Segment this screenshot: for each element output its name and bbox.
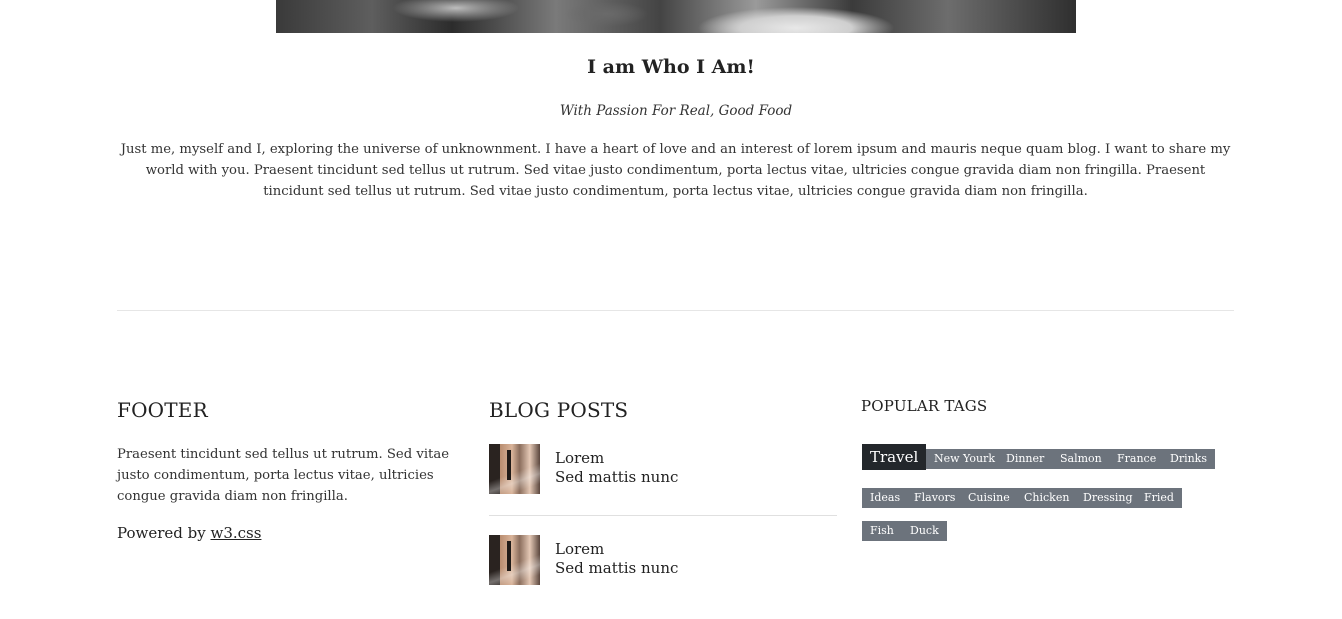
tag-travel[interactable]: Travel xyxy=(862,444,927,470)
blog-post-item[interactable]: Lorem Sed mattis nunc xyxy=(489,535,837,587)
tag-dressing[interactable]: Dressing xyxy=(1075,488,1141,508)
hero-image xyxy=(276,0,1076,33)
tag-drinks[interactable]: Drinks xyxy=(1162,449,1215,469)
section-divider xyxy=(117,310,1234,311)
tag-fried[interactable]: Fried xyxy=(1136,488,1182,508)
powered-by: Powered by w3.css xyxy=(117,524,261,542)
tag-salmon[interactable]: Salmon xyxy=(1052,449,1110,469)
about-title: I am Who I Am! xyxy=(587,56,755,78)
post-thumbnail xyxy=(489,444,540,494)
about-text: Just me, myself and I, exploring the uni… xyxy=(120,142,1231,199)
tag-dinner[interactable]: Dinner xyxy=(998,449,1053,469)
tag-fish[interactable]: Fish xyxy=(862,521,902,541)
tag-cuisine[interactable]: Cuisine xyxy=(960,488,1018,508)
post-divider xyxy=(489,515,837,516)
tag-ideas[interactable]: Ideas xyxy=(862,488,909,508)
tag-france[interactable]: France xyxy=(1109,449,1165,469)
post-title: Lorem xyxy=(555,449,605,467)
tag-new-yourk[interactable]: New Yourk xyxy=(926,449,1003,469)
post-title: Lorem xyxy=(555,540,605,558)
popular-tags-heading: POPULAR TAGS xyxy=(861,397,988,415)
post-thumbnail xyxy=(489,535,540,585)
post-subtitle: Sed mattis nunc xyxy=(555,559,679,577)
footer-heading: FOOTER xyxy=(117,398,208,422)
blog-posts-heading: BLOG POSTS xyxy=(489,398,629,422)
footer-text: Praesent tincidunt sed tellus ut rutrum.… xyxy=(117,447,450,504)
about-subtitle: With Passion For Real, Good Food xyxy=(559,103,793,119)
w3css-link[interactable]: w3.css xyxy=(211,524,262,542)
tag-chicken[interactable]: Chicken xyxy=(1016,488,1078,508)
tag-flavors[interactable]: Flavors xyxy=(906,488,964,508)
post-subtitle: Sed mattis nunc xyxy=(555,468,679,486)
powered-by-label: Powered by xyxy=(117,524,211,542)
blog-post-item[interactable]: Lorem Sed mattis nunc xyxy=(489,444,837,496)
tag-duck[interactable]: Duck xyxy=(902,521,947,541)
